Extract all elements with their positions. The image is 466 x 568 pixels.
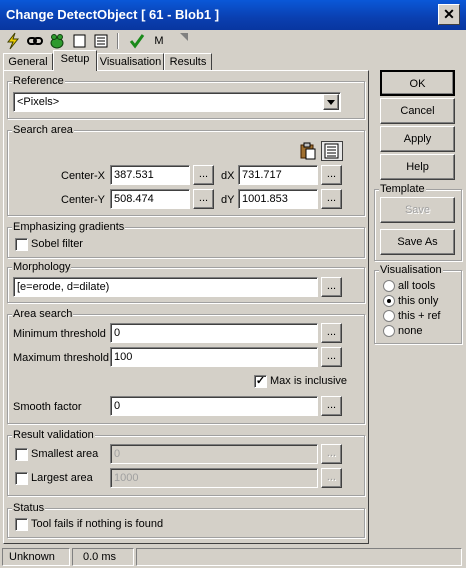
tab-general[interactable]: General xyxy=(3,53,53,71)
center-y-label: Center-Y xyxy=(61,194,106,206)
cancel-button[interactable]: Cancel xyxy=(380,98,455,124)
min-threshold-label: Minimum threshold xyxy=(13,328,106,340)
help-button[interactable]: Help xyxy=(380,154,455,180)
min-threshold-browse-button[interactable]: ... xyxy=(321,323,342,343)
center-y-browse-button[interactable]: ... xyxy=(193,189,214,209)
frog-icon[interactable] xyxy=(48,32,66,50)
corner-triangle-icon xyxy=(180,32,188,41)
smooth-factor-browse-button[interactable]: ... xyxy=(321,396,342,416)
result-validation-label: Result validation xyxy=(12,429,95,442)
dy-field[interactable]: 1001.853 xyxy=(238,189,318,209)
paste-icon[interactable] xyxy=(298,142,318,160)
smallest-area-checkbox[interactable] xyxy=(15,448,28,461)
area-search-label: Area search xyxy=(12,308,74,321)
status-time: 0.0 ms xyxy=(72,548,134,566)
dy-label: dY xyxy=(221,194,235,206)
tool-fails-checkbox[interactable] xyxy=(15,518,28,531)
close-button[interactable]: ✕ xyxy=(438,4,460,25)
largest-area-checkbox[interactable] xyxy=(15,472,28,485)
reference-value: <Pixels> xyxy=(17,96,60,108)
radio-all-tools[interactable] xyxy=(383,280,395,292)
min-threshold-field[interactable]: 0 xyxy=(110,323,318,343)
sobel-label: Sobel filter xyxy=(31,238,83,250)
dy-browse-button[interactable]: ... xyxy=(321,189,342,209)
radio-this-only[interactable] xyxy=(383,295,395,307)
status-state: Unknown xyxy=(2,548,70,566)
smallest-area-label: Smallest area xyxy=(31,448,99,460)
tab-results[interactable]: Results xyxy=(164,53,212,71)
save-button[interactable]: Save xyxy=(380,197,455,223)
reference-label: Reference xyxy=(12,75,65,88)
list-icon[interactable] xyxy=(92,32,110,50)
morphology-field[interactable]: [e=erode, d=dilate) xyxy=(13,277,318,297)
tool-fails-label: Tool fails if nothing is found xyxy=(31,518,164,530)
link-icon[interactable] xyxy=(26,32,44,50)
visualisation-label: Visualisation xyxy=(379,264,443,277)
center-x-browse-button[interactable]: ... xyxy=(193,165,214,185)
largest-area-browse-button[interactable]: ... xyxy=(321,468,342,488)
dx-label: dX xyxy=(221,170,235,182)
tab-setup[interactable]: Setup xyxy=(53,50,97,71)
window-title: Change DetectObject [ 61 - Blob1 ] xyxy=(6,7,220,22)
smallest-area-browse-button[interactable]: ... xyxy=(321,444,342,464)
smooth-factor-field[interactable]: 0 xyxy=(110,396,318,416)
toolbar-separator xyxy=(117,33,119,49)
radio-none[interactable] xyxy=(383,325,395,337)
morphology-label: Morphology xyxy=(12,261,72,274)
reference-select[interactable]: <Pixels> xyxy=(13,92,341,112)
status-label: Status xyxy=(12,502,46,515)
save-as-button[interactable]: Save As xyxy=(380,229,455,255)
radio-this-plus-ref-label: this + ref xyxy=(398,310,441,322)
lightning-icon[interactable] xyxy=(4,32,22,50)
largest-area-field[interactable]: 1000 xyxy=(110,468,318,488)
radio-this-only-label: this only xyxy=(398,295,439,307)
max-inclusive-checkbox[interactable]: ✓ xyxy=(254,375,267,388)
grid-select-icon[interactable] xyxy=(321,141,343,161)
chevron-down-icon xyxy=(327,100,335,105)
checkmark-icon[interactable] xyxy=(128,32,146,50)
smallest-area-field[interactable]: 0 xyxy=(110,444,318,464)
center-x-label: Center-X xyxy=(61,170,106,182)
m-button[interactable]: M xyxy=(150,32,168,50)
max-threshold-field[interactable]: 100 xyxy=(110,347,318,367)
max-threshold-browse-button[interactable]: ... xyxy=(321,347,342,367)
center-x-field[interactable]: 387.531 xyxy=(110,165,190,185)
dx-field[interactable]: 731.717 xyxy=(238,165,318,185)
search-area-label: Search area xyxy=(12,124,74,137)
morphology-browse-button[interactable]: ... xyxy=(321,277,342,297)
max-threshold-label: Maximum threshold xyxy=(13,352,109,364)
square-icon[interactable] xyxy=(70,32,88,50)
radio-this-plus-ref[interactable] xyxy=(383,310,395,322)
template-label: Template xyxy=(379,183,426,196)
close-icon: ✕ xyxy=(443,6,455,22)
gradients-label: Emphasizing gradients xyxy=(12,221,126,234)
center-y-field[interactable]: 508.474 xyxy=(110,189,190,209)
radio-none-label: none xyxy=(398,325,423,337)
radio-all-tools-label: all tools xyxy=(398,280,436,292)
apply-button[interactable]: Apply xyxy=(380,126,455,152)
dx-browse-button[interactable]: ... xyxy=(321,165,342,185)
max-inclusive-label: Max is inclusive xyxy=(270,375,348,387)
reference-dropdown-button[interactable] xyxy=(323,94,339,110)
smooth-factor-label: Smooth factor xyxy=(13,401,82,413)
sobel-checkbox[interactable] xyxy=(15,238,28,251)
status-extra xyxy=(136,548,462,566)
ok-button[interactable]: OK xyxy=(380,70,455,96)
largest-area-label: Largest area xyxy=(31,472,93,484)
tab-visualisation[interactable]: Visualisation xyxy=(97,53,164,71)
